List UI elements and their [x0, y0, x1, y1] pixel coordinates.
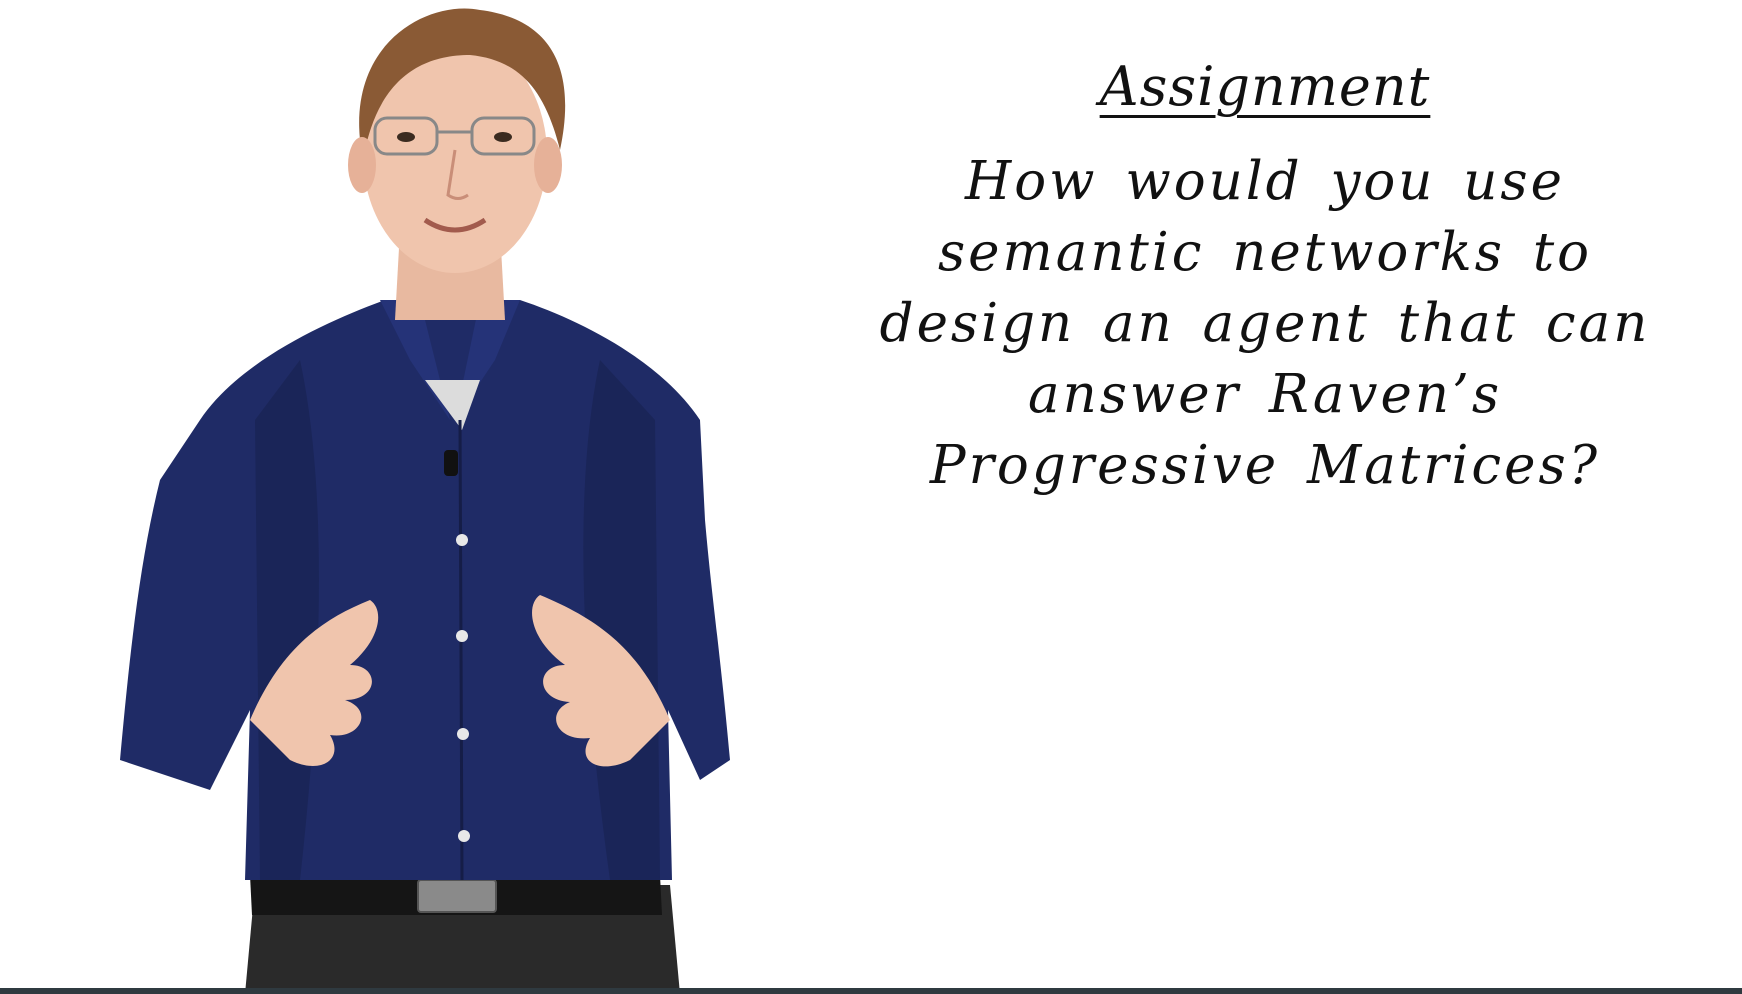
slide-content: Assignment How would you use semantic ne… — [810, 55, 1720, 501]
video-progress-bar[interactable] — [0, 988, 1742, 994]
assignment-question: How would you use semantic networks to d… — [879, 151, 1651, 496]
presenter-image — [0, 0, 820, 994]
video-frame: Assignment How would you use semantic ne… — [0, 0, 1742, 994]
slide-title: Assignment — [1099, 55, 1431, 118]
